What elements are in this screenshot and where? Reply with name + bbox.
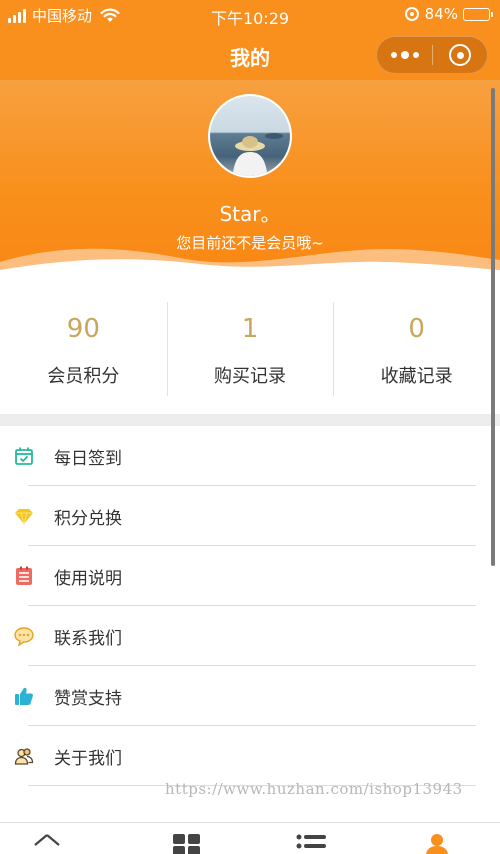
miniprogram-capsule (376, 36, 488, 74)
more-dot-icon (390, 52, 397, 58)
tab-home[interactable] (32, 832, 62, 854)
stat-value: 90 (66, 314, 100, 344)
stat-points[interactable]: 90 会员积分 (0, 302, 167, 396)
menu-item-reward-support[interactable]: 赞赏支持 (0, 666, 500, 726)
watermark: https://www.huzhan.com/ishop13943 (165, 780, 463, 798)
avatar-photo (232, 133, 283, 176)
menu-item-instructions[interactable]: 使用说明 (0, 546, 500, 606)
stat-label: 收藏记录 (380, 366, 453, 387)
stat-label: 会员积分 (47, 366, 120, 387)
avatar[interactable] (208, 94, 292, 178)
username: Star。 (219, 202, 281, 226)
menu-item-label: 关于我们 (54, 749, 122, 769)
notepad-icon (16, 566, 32, 585)
menu-item-label: 赞赏支持 (54, 689, 122, 709)
menu-item-label: 积分兑换 (54, 509, 122, 529)
menu-list: 每日签到 积分兑换 使用说明 联系我们 赞赏支持 关于我们 (0, 426, 500, 786)
section-divider (0, 414, 500, 426)
chat-bubble-icon (14, 627, 34, 646)
scrollbar[interactable] (491, 88, 495, 566)
status-bar: 中国移动 下午10:29 84% (0, 0, 500, 30)
menu-item-contact-us[interactable]: 联系我们 (0, 606, 500, 666)
grid-icon (173, 834, 200, 854)
profile-icon (426, 834, 448, 854)
stat-purchases[interactable]: 1 购买记录 (166, 302, 334, 396)
menu-item-label: 联系我们 (54, 629, 122, 649)
tab-bar (0, 822, 500, 854)
tab-category[interactable] (172, 832, 202, 854)
menu-item-daily-checkin[interactable]: 每日签到 (0, 426, 500, 486)
header-wave (0, 248, 500, 280)
menu-item-about-us[interactable]: 关于我们 (0, 726, 500, 786)
nav-bar: 我的 (0, 30, 500, 80)
more-button[interactable] (377, 37, 432, 73)
thumbs-up-icon (15, 687, 33, 705)
stats-row: 90 会员积分 1 购买记录 0 收藏记录 (0, 302, 500, 396)
calendar-check-icon (15, 447, 33, 465)
menu-item-label: 使用说明 (54, 569, 122, 589)
status-right: 84% (404, 5, 493, 23)
target-circle-icon (449, 44, 471, 66)
stat-label: 购买记录 (214, 366, 286, 387)
menu-item-points-exchange[interactable]: 积分兑换 (0, 486, 500, 546)
profile-header: Star。 您目前还不是会员哦~ (0, 80, 500, 280)
users-icon (14, 748, 34, 765)
list-icon (296, 834, 326, 849)
menu-item-label: 每日签到 (54, 449, 122, 469)
tab-bar-border (0, 822, 500, 823)
battery-percent: 84% (424, 5, 458, 23)
stat-value: 1 (241, 314, 259, 344)
rotation-lock-icon (404, 7, 419, 21)
more-dot-icon (412, 52, 419, 58)
stat-value: 0 (408, 314, 425, 344)
home-icon (34, 834, 60, 846)
more-dot-icon (400, 51, 409, 59)
diamond-icon (15, 509, 33, 526)
tab-list[interactable] (296, 832, 326, 854)
battery-icon (463, 7, 493, 21)
stat-favorites[interactable]: 0 收藏记录 (333, 302, 500, 396)
tab-profile[interactable] (422, 832, 452, 854)
close-miniprogram-button[interactable] (433, 44, 487, 66)
